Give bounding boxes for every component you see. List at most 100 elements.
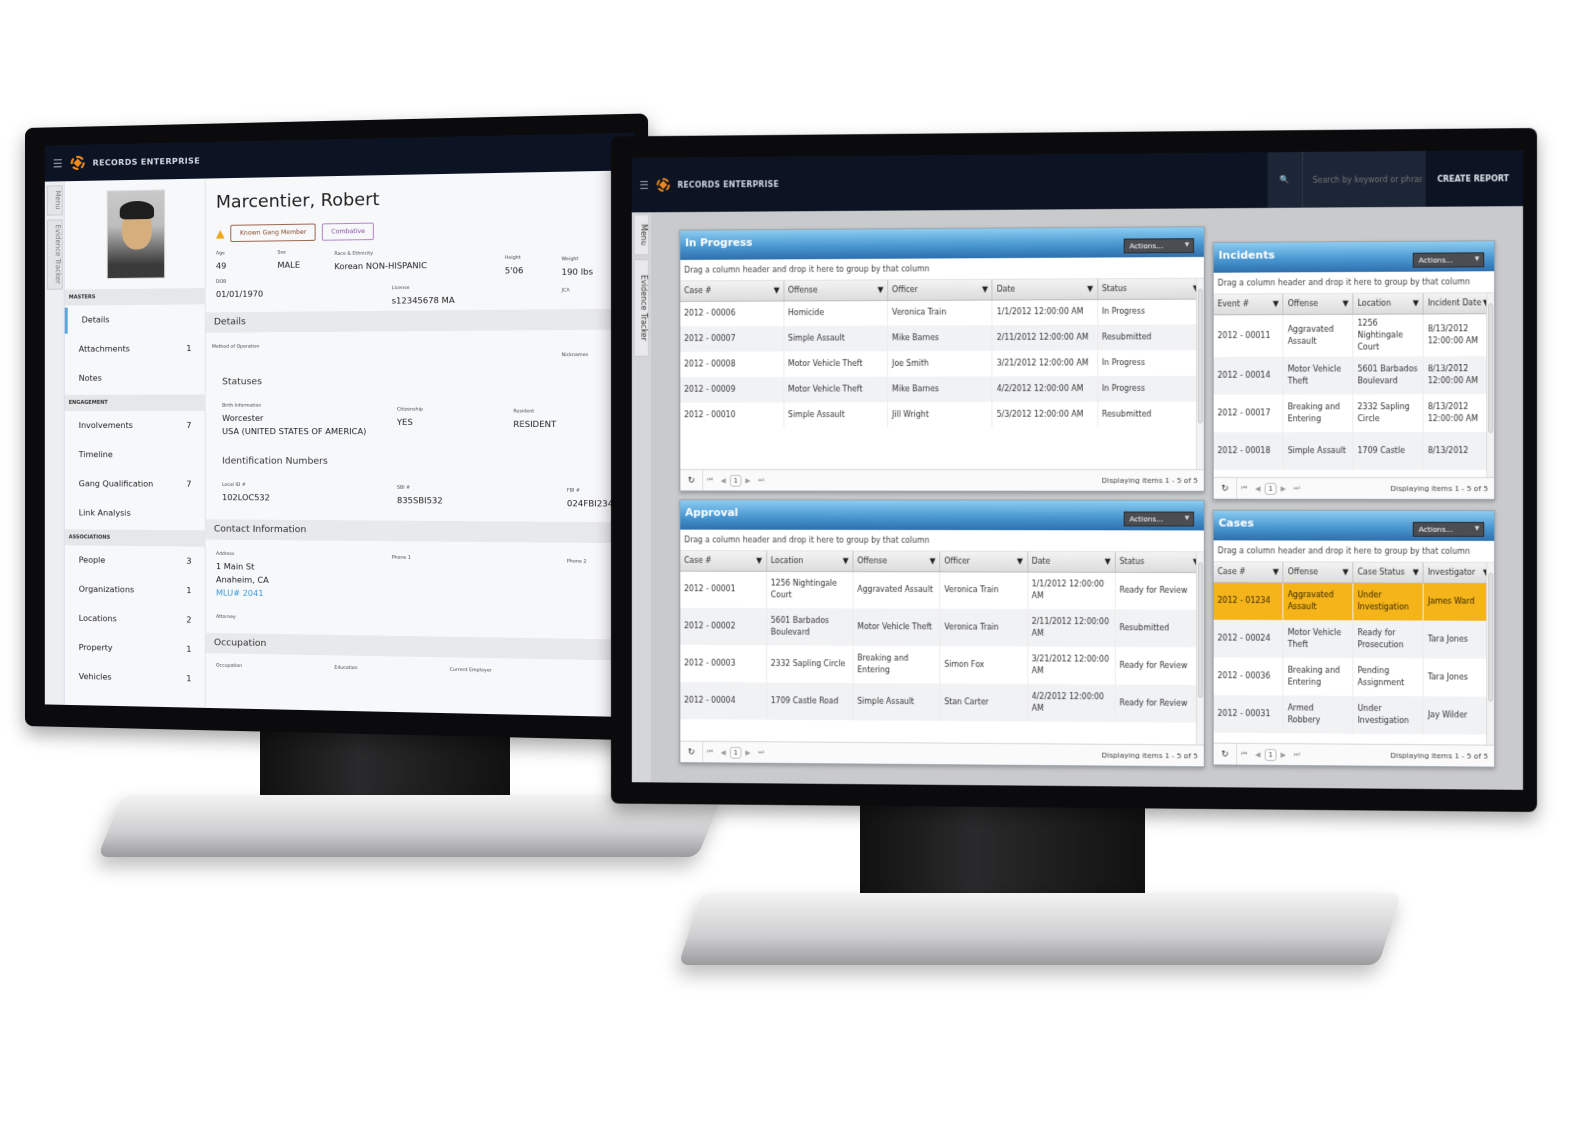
filter-icon[interactable]: ▼ (774, 286, 780, 295)
last-page-icon[interactable]: ⏭ (758, 476, 764, 485)
table-row[interactable]: 2012 - 00017 Breaking and Entering 2332 Sa… (1213, 393, 1494, 432)
column-header[interactable]: Case # ▼ (680, 280, 784, 301)
filter-icon[interactable]: ▼ (1343, 567, 1349, 576)
table-row[interactable]: 2012 - 00009 Motor Vehicle Theft Mike Barn… (680, 375, 1204, 403)
filter-icon[interactable]: ▼ (756, 556, 762, 565)
column-header[interactable]: Offense ▼ (783, 280, 888, 301)
next-page-icon[interactable]: ▶ (1281, 484, 1286, 492)
last-page-icon[interactable]: ⏭ (758, 748, 764, 757)
first-page-icon[interactable]: ⏮ (707, 476, 713, 485)
refresh-icon[interactable]: ↻ (680, 741, 704, 763)
column-header[interactable]: Investigator▼ (1423, 562, 1494, 583)
group-drop-zone[interactable]: Drag a column header and drop it here to… (1213, 540, 1495, 563)
filter-icon[interactable]: ▼ (1087, 284, 1093, 293)
tab-evidence-tracker[interactable]: Evidence Tracker (46, 219, 63, 290)
filter-icon[interactable]: ▼ (1017, 557, 1023, 566)
column-header[interactable]: Incident Date▼ (1423, 293, 1494, 314)
column-header[interactable]: Officer ▼ (887, 279, 993, 301)
column-header[interactable]: Case # ▼ (1213, 562, 1284, 583)
nav-item-locations[interactable]: Locations 2 (65, 606, 206, 634)
vertical-scrollbar[interactable] (1486, 293, 1495, 479)
refresh-icon[interactable]: ↻ (680, 470, 704, 491)
nav-item-property[interactable]: Property 1 (65, 635, 206, 664)
table-row[interactable]: 2012 - 00014 Motor Vehicle Theft 5601 Barb… (1213, 355, 1494, 395)
hamburger-icon[interactable]: ☰ (53, 157, 63, 170)
column-header[interactable]: Case Status ▼ (1353, 562, 1424, 583)
table-row[interactable]: 2012 - 00010 Simple Assault Jill Wright 5/3… (680, 401, 1204, 428)
actions-dropdown[interactable]: Actions... ▼ (1412, 252, 1485, 268)
prev-page-icon[interactable]: ◀ (1255, 750, 1260, 758)
column-header[interactable]: Status▼ (1097, 278, 1204, 300)
table-row[interactable]: 2012 - 00003 2332 Sapling Circle Breaking … (680, 644, 1204, 686)
column-header[interactable]: Date ▼ (992, 279, 1098, 300)
nav-item-vehicles[interactable]: Vehicles 1 (65, 664, 206, 693)
group-drop-zone[interactable]: Drag a column header and drop it here to… (1213, 271, 1495, 295)
first-page-icon[interactable]: ⏮ (1241, 750, 1247, 759)
hamburger-icon[interactable]: ☰ (639, 179, 648, 192)
prev-page-icon[interactable]: ◀ (1255, 484, 1260, 492)
next-page-icon[interactable]: ▶ (1281, 751, 1286, 759)
actions-dropdown[interactable]: Actions... ▼ (1123, 238, 1195, 254)
filter-icon[interactable]: ▼ (930, 557, 936, 566)
nav-item-timeline[interactable]: Timeline (65, 442, 206, 469)
filter-icon[interactable]: ▼ (1273, 567, 1279, 576)
filter-icon[interactable]: ▼ (843, 556, 849, 565)
search-input[interactable] (1302, 174, 1422, 185)
group-drop-zone[interactable]: Drag a column header and drop it here to… (680, 256, 1204, 282)
prev-page-icon[interactable]: ◀ (721, 476, 726, 484)
table-row[interactable]: 2012 - 01234 Aggravated Assault Under Inve… (1213, 582, 1494, 621)
column-header[interactable]: Event # ▼ (1213, 294, 1284, 315)
table-row[interactable]: 2012 - 00011 Aggravated Assault 1256 Night… (1213, 313, 1494, 357)
column-header[interactable]: Officer ▼ (939, 551, 1028, 572)
table-row[interactable]: 2012 - 00036 Breaking and Entering Pending… (1213, 657, 1494, 697)
filter-icon[interactable]: ▼ (877, 285, 883, 294)
column-header[interactable]: Offense ▼ (1283, 293, 1354, 315)
actions-dropdown[interactable]: Actions... ▼ (1412, 521, 1485, 537)
filter-icon[interactable]: ▼ (982, 285, 988, 294)
page-number[interactable]: 1 (729, 746, 742, 759)
group-drop-zone[interactable]: Drag a column header and drop it here to… (680, 529, 1204, 553)
table-row[interactable]: 2012 - 00018 Simple Assault 1709 Castle 8/1… (1213, 431, 1494, 470)
column-header[interactable]: Location ▼ (1353, 293, 1424, 314)
table-row[interactable]: 2012 - 00031 Armed Robbery Under Investiga… (1213, 695, 1494, 735)
tab-menu[interactable]: Menu (46, 185, 63, 216)
table-row[interactable]: 2012 - 00024 Motor Vehicle Theft Ready for… (1213, 619, 1494, 659)
flag-combative[interactable]: Combative (321, 222, 375, 241)
page-number[interactable]: 1 (729, 474, 742, 487)
column-header[interactable]: Case # ▼ (680, 551, 767, 571)
filter-icon[interactable]: ▼ (1413, 568, 1419, 577)
filter-icon[interactable]: ▼ (1413, 299, 1419, 308)
filter-icon[interactable]: ▼ (1105, 557, 1111, 566)
filter-icon[interactable]: ▼ (1273, 299, 1279, 308)
last-page-icon[interactable]: ⏭ (1294, 484, 1300, 493)
page-number[interactable]: 1 (1264, 482, 1277, 495)
search-icon[interactable]: 🔍 (1267, 152, 1303, 208)
column-header[interactable]: Date ▼ (1027, 551, 1116, 572)
nav-item-notes[interactable]: Notes (65, 365, 206, 392)
nav-item-organizations[interactable]: Organizations 1 (65, 576, 206, 604)
column-header[interactable]: Status▼ (1115, 552, 1204, 573)
first-page-icon[interactable]: ⏮ (1241, 484, 1247, 493)
next-page-icon[interactable]: ▶ (745, 476, 750, 484)
nav-item-people[interactable]: People 3 (65, 547, 206, 575)
nav-item-involvements[interactable]: Involvements 7 (65, 413, 206, 439)
table-row[interactable]: 2012 - 00004 1709 Castle Road Simple Assau… (680, 682, 1204, 723)
column-header[interactable]: Location ▼ (766, 551, 854, 572)
page-number[interactable]: 1 (1264, 748, 1277, 761)
flag-known-gang-member[interactable]: Known Gang Member (230, 223, 316, 243)
last-page-icon[interactable]: ⏭ (1294, 750, 1300, 759)
first-page-icon[interactable]: ⏮ (707, 748, 713, 757)
tab-menu[interactable]: Menu (633, 214, 649, 256)
actions-dropdown[interactable]: Actions... ▼ (1123, 511, 1195, 527)
next-page-icon[interactable]: ▶ (745, 748, 750, 756)
table-row[interactable]: 2012 - 00007 Simple Assault Mike Barnes 2/1… (680, 324, 1204, 352)
create-report-button[interactable]: CREATE REPORT (1425, 174, 1515, 184)
nav-item-details[interactable]: Details (64, 306, 206, 334)
nav-item-gang-qualification[interactable]: Gang Qualification 7 (65, 471, 206, 498)
nav-item-link-analysis[interactable]: Link Analysis (65, 500, 206, 527)
table-row[interactable]: 2012 - 00008 Motor Vehicle Theft Joe Smith… (680, 350, 1204, 378)
table-row[interactable]: 2012 - 00002 5601 Barbados Boulevard Motor… (680, 607, 1204, 648)
vertical-scrollbar[interactable] (1195, 552, 1204, 747)
tab-evidence-tracker[interactable]: Evidence Tracker (633, 259, 649, 357)
table-row[interactable]: 2012 - 00006 Homicide Veronica Train 1/1/20… (680, 298, 1204, 327)
